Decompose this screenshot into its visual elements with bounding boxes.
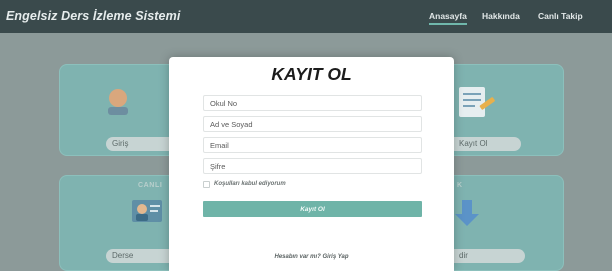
- register-form-icon: [457, 85, 497, 121]
- tile-kayit: Kayıt Ol: [435, 64, 564, 156]
- nav-link-anasayfa[interactable]: Anasayfa: [429, 11, 467, 25]
- email-input[interactable]: [203, 137, 422, 153]
- login-link[interactable]: Hesabın var mı? Giriş Yap: [169, 254, 454, 260]
- nav-link-hakkinda[interactable]: Hakkında: [482, 11, 520, 21]
- terms-checkbox[interactable]: [203, 180, 210, 188]
- nav-link-canli-takip[interactable]: Canlı Takip: [538, 11, 583, 21]
- live-lesson-icon: [130, 196, 168, 228]
- okul-no-input[interactable]: [203, 95, 422, 111]
- terms-label[interactable]: Koşulları kabul ediyorum: [214, 181, 286, 187]
- tile-indir: K dir: [435, 175, 564, 271]
- ad-soyad-input[interactable]: [203, 116, 422, 132]
- tile-canli: CANLI Derse: [59, 175, 200, 271]
- top-navbar: Engelsiz Ders İzleme Sistemi Anasayfa Ha…: [0, 0, 612, 33]
- tile-canli-caption: CANLI: [138, 182, 163, 189]
- kayit-ol-button[interactable]: Kayıt Ol: [203, 201, 422, 217]
- brand-title[interactable]: Engelsiz Ders İzleme Sistemi: [6, 9, 180, 23]
- download-arrow-icon: [453, 198, 481, 228]
- tile-giris: Giriş: [59, 64, 200, 156]
- sifre-input[interactable]: [203, 158, 422, 174]
- terms-row: Koşulları kabul ediyorum: [203, 179, 286, 189]
- register-modal: KAYIT OL Koşulları kabul ediyorum Kayıt …: [169, 57, 454, 271]
- login-icon: [102, 87, 134, 117]
- tile-indir-caption: K: [457, 182, 463, 189]
- modal-title: KAYIT OL: [271, 64, 352, 84]
